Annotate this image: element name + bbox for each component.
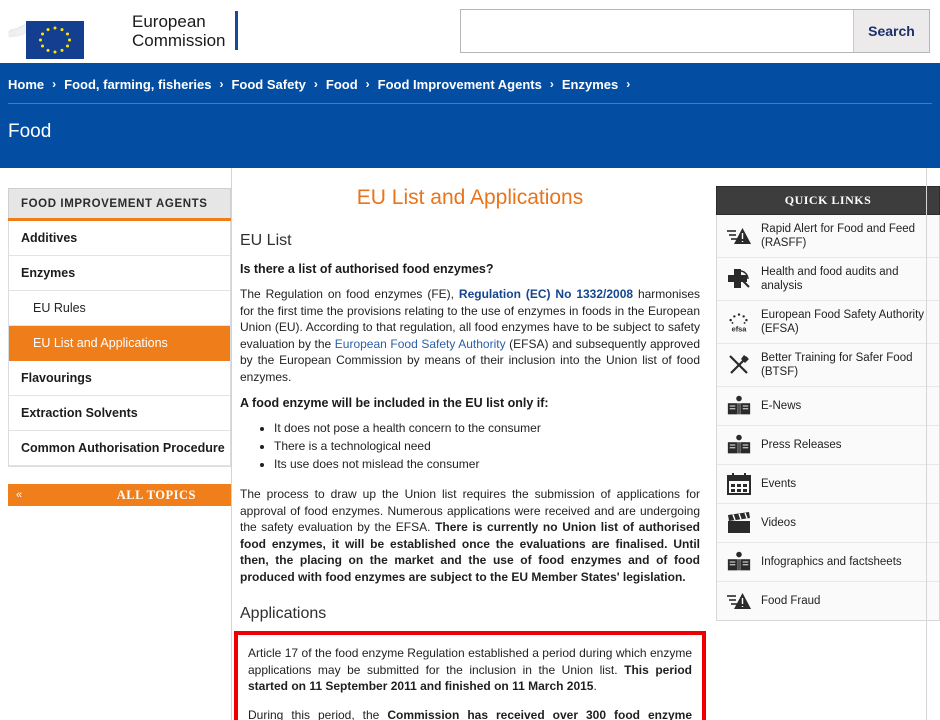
eu-list-paragraph-1: The Regulation on food enzymes (FE), Reg…	[240, 286, 700, 385]
logo-divider	[234, 11, 238, 50]
breadcrumb-item-3[interactable]: Food	[326, 77, 358, 92]
breadcrumb-item-1[interactable]: Food, farming, fisheries	[64, 77, 211, 92]
all-topics-button[interactable]: « ALL TOPICS	[8, 484, 231, 506]
fork-knife-icon	[726, 353, 752, 377]
search-bar[interactable]: Search	[460, 9, 930, 53]
list-item: It does not pose a health concern to the…	[274, 420, 700, 437]
section-heading-eu-list: EU List	[240, 232, 292, 249]
sidebar-item-additives[interactable]: Additives	[9, 221, 230, 256]
logo-line-1: European	[132, 11, 206, 31]
efsa-link[interactable]: European Food Safety Authority	[335, 337, 506, 351]
sidebar-item-eu-rules[interactable]: EU Rules	[9, 291, 230, 326]
eu-list-question: Is there a list of authorised food enzym…	[240, 262, 494, 276]
quick-link-label: European Food Safety Authority (EFSA)	[761, 309, 925, 335]
page-title: EU List and Applications	[356, 186, 584, 209]
alert-triangle-icon	[726, 224, 752, 248]
quick-link-item[interactable]: efsa European Food Safety Authority (EFSA…	[717, 301, 939, 344]
quick-link-item[interactable]: Events	[717, 465, 939, 504]
clapperboard-icon	[726, 511, 752, 535]
open-book-icon	[726, 433, 752, 457]
breadcrumb-separator-icon: ›	[626, 77, 631, 91]
regulation-link[interactable]: Regulation (EC) No 1332/2008	[459, 287, 633, 301]
quick-link-label: Videos	[761, 517, 796, 529]
breadcrumb-separator-icon: ›	[313, 77, 318, 91]
eu-list-condition-intro: A food enzyme will be included in the EU…	[240, 396, 549, 410]
breadcrumb-separator-icon: ›	[365, 77, 370, 91]
all-topics-label: ALL TOPICS	[116, 487, 196, 502]
open-book-icon	[726, 550, 752, 574]
search-button[interactable]: Search	[853, 10, 929, 52]
p1-text-a: The Regulation on food enzymes (FE),	[240, 287, 459, 301]
applications-paragraph-1: Article 17 of the food enzyme Regulation…	[248, 645, 692, 695]
collapse-arrows-icon: «	[16, 489, 22, 501]
eu-list-conditions: It does not pose a health concern to the…	[274, 420, 700, 473]
logo-line-2: Commission	[132, 30, 226, 50]
quick-link-label: Rapid Alert for Food and Feed (RASFF)	[761, 223, 916, 249]
alert-triangle-icon	[726, 589, 752, 613]
eu-stars-icon	[39, 26, 71, 54]
quick-link-item[interactable]: Better Training for Safer Food (BTSF)	[717, 344, 939, 387]
sidebar-item-eu-list-and-applications[interactable]: EU List and Applications	[9, 326, 230, 361]
eu-list-paragraph-2: The process to draw up the Union list re…	[240, 486, 700, 585]
breadcrumb-item-0[interactable]: Home	[8, 77, 44, 92]
quick-link-item[interactable]: Infographics and factsheets	[717, 543, 939, 582]
sidebar-nav-list: Additives Enzymes EU Rules EU List and Appl…	[8, 221, 231, 467]
quick-link-item[interactable]: Rapid Alert for Food and Feed (RASFF)	[717, 215, 939, 258]
sidebar: FOOD IMPROVEMENT AGENTS Additives Enzymes…	[0, 168, 232, 720]
quick-link-item[interactable]: Health and food audits and analysis	[717, 258, 939, 301]
quick-link-label: Food Fraud	[761, 595, 821, 607]
rail-divider	[926, 168, 927, 720]
quick-links-list: Rapid Alert for Food and Feed (RASFF) Hea…	[716, 215, 940, 621]
section-heading-applications: Applications	[240, 605, 327, 622]
sidebar-item-enzymes[interactable]: Enzymes	[9, 256, 230, 291]
quick-link-label: Press Releases	[761, 439, 842, 451]
main-content: EU List and Applications EU List Is ther…	[232, 168, 708, 720]
quick-link-label: E-News	[761, 400, 802, 412]
sidebar-item-extraction-solvents[interactable]: Extraction Solvents	[9, 396, 230, 431]
breadcrumb: Home › Food, farming, fisheries › Food Safet…	[8, 63, 932, 104]
quick-links-heading: QUICK LINKS	[716, 186, 940, 215]
quick-link-item[interactable]: Press Releases	[717, 426, 939, 465]
breadcrumb-separator-icon: ›	[52, 77, 57, 91]
efsa-logo-icon: efsa	[726, 310, 752, 334]
breadcrumb-item-5[interactable]: Enzymes	[562, 77, 618, 92]
navigation-bar: Home › Food, farming, fisheries › Food Safet…	[0, 63, 940, 168]
page-body: FOOD IMPROVEMENT AGENTS Additives Enzymes…	[0, 168, 940, 720]
page-section-title: Food	[8, 121, 52, 142]
list-item: There is a technological need	[274, 438, 700, 455]
european-commission-logo[interactable]: European Commission	[8, 4, 238, 60]
applications-paragraph-2: During this period, the Commission has r…	[248, 707, 692, 720]
search-input[interactable]	[461, 10, 853, 52]
quick-link-item[interactable]: E-News	[717, 387, 939, 426]
sidebar-heading: FOOD IMPROVEMENT AGENTS	[8, 188, 231, 218]
quick-link-label: Health and food audits and analysis	[761, 266, 899, 292]
site-header: European Commission Search	[0, 0, 940, 63]
breadcrumb-separator-icon: ›	[549, 77, 554, 91]
sidebar-item-flavourings[interactable]: Flavourings	[9, 361, 230, 396]
quick-link-label: Infographics and factsheets	[761, 556, 902, 568]
calendar-icon	[726, 472, 752, 496]
logo-wordmark: European Commission	[132, 12, 226, 50]
quick-link-item[interactable]: Food Fraud	[717, 582, 939, 620]
breadcrumb-item-2[interactable]: Food Safety	[231, 77, 305, 92]
app-p1-b: .	[593, 679, 597, 693]
quick-links-rail: QUICK LINKS Rapid Alert for Food and Fee…	[708, 168, 940, 720]
app-p2-a: During this period, the	[248, 707, 388, 720]
applications-highlight-box: Article 17 of the food enzyme Regulation…	[234, 631, 706, 720]
list-item: Its use does not mislead the consumer	[274, 456, 700, 473]
svg-text:efsa: efsa	[732, 324, 748, 333]
open-book-icon	[726, 394, 752, 418]
medical-cross-icon	[726, 267, 752, 291]
quick-link-label: Better Training for Safer Food (BTSF)	[761, 352, 913, 378]
breadcrumb-item-4[interactable]: Food Improvement Agents	[378, 77, 542, 92]
quick-link-item[interactable]: Videos	[717, 504, 939, 543]
breadcrumb-separator-icon: ›	[219, 77, 224, 91]
sidebar-item-common-authorisation-procedure[interactable]: Common Authorisation Procedure	[9, 431, 230, 466]
quick-link-label: Events	[761, 478, 797, 490]
